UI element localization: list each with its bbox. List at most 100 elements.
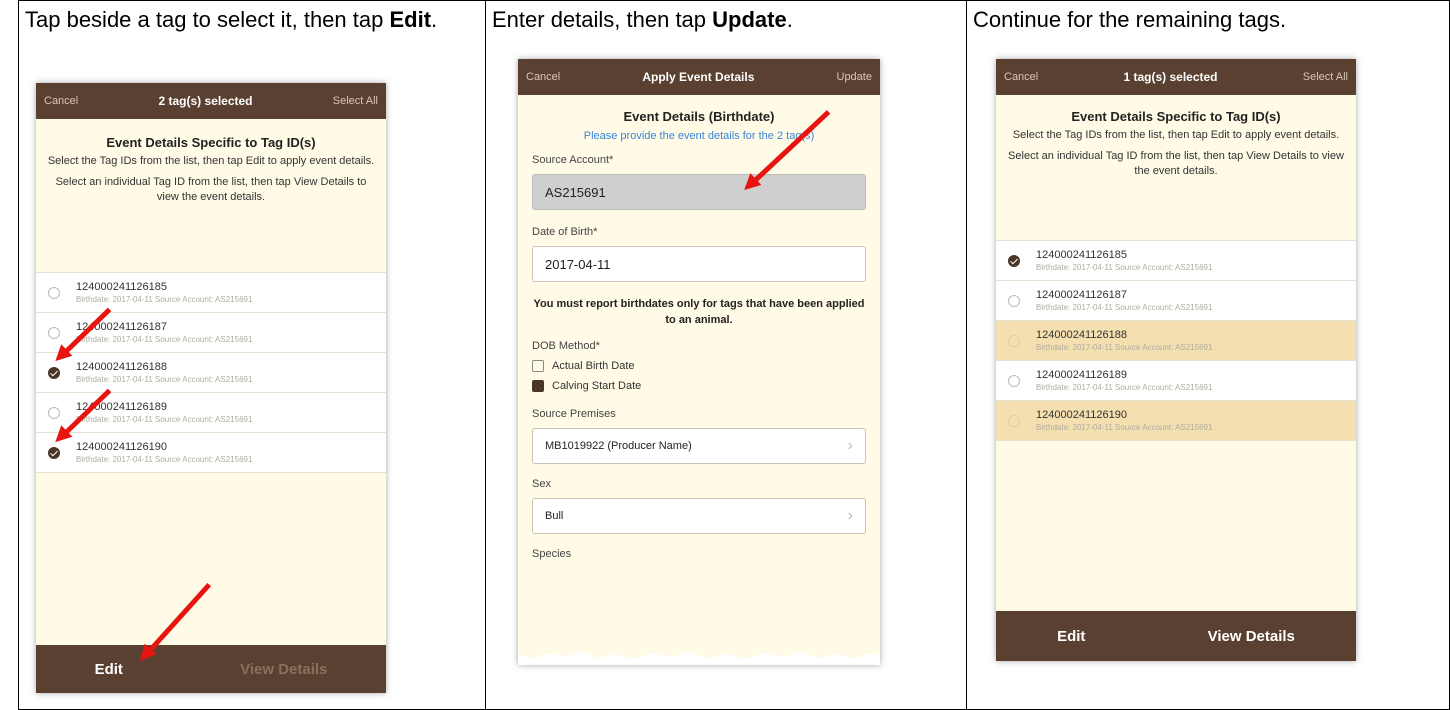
nav-bar: Cancel Apply Event Details Update <box>518 59 880 95</box>
bottom-toolbar: Edit View Details <box>36 645 386 693</box>
update-button[interactable]: Update <box>837 71 872 83</box>
bottom-toolbar: Edit View Details <box>996 611 1356 661</box>
info-text: Please provide the event details for the… <box>583 130 815 142</box>
select-all-button[interactable]: Select All <box>333 95 378 107</box>
select-radio[interactable] <box>1008 374 1020 387</box>
caption-bold: Update <box>712 7 787 32</box>
step-3-cell: Continue for the remaining tags. Cancel … <box>967 1 1449 709</box>
step-1-cell: Tap beside a tag to select it, then tap … <box>19 1 486 709</box>
section-heading: Event Details Specific to Tag ID(s) <box>1071 109 1281 124</box>
tag-row[interactable]: 124000241126185 Birthdate: 2017-04-11 Sou… <box>996 241 1356 281</box>
select-radio[interactable] <box>48 406 60 419</box>
tag-detail: Birthdate: 2017-04-11 Source Account: AS… <box>1036 263 1213 272</box>
tag-detail: Birthdate: 2017-04-11 Source Account: AS… <box>1036 343 1213 352</box>
sex-select[interactable]: Bull <box>532 498 866 534</box>
dob-option[interactable]: Calving Start Date <box>532 380 866 392</box>
tag-id: 124000241126190 <box>1036 409 1127 421</box>
dob-method-label: DOB Method* <box>532 340 600 352</box>
nav-bar: Cancel 1 tag(s) selected Select All <box>996 59 1356 95</box>
select-radio-checked[interactable] <box>48 446 60 459</box>
step-2-cell: Enter details, then tap Update. Cancel A… <box>486 1 967 709</box>
step-3-caption: Continue for the remaining tags. <box>967 1 1449 33</box>
caption-bold: Edit <box>389 7 432 32</box>
nav-title: Apply Event Details <box>642 70 755 84</box>
tag-row[interactable]: 124000241126188 Birthdate: 2017-04-11 Sou… <box>36 353 386 393</box>
tag-detail: Birthdate: 2017-04-11 Source Account: AS… <box>76 295 253 304</box>
date-of-birth-input[interactable]: 2017-04-11 <box>532 246 866 282</box>
tag-row[interactable]: 124000241126189 Birthdate: 2017-04-11 Sou… <box>996 361 1356 401</box>
cancel-button[interactable]: Cancel <box>526 71 560 83</box>
select-radio[interactable] <box>48 286 60 299</box>
tag-list: 124000241126185 Birthdate: 2017-04-11 Sou… <box>36 272 386 473</box>
view-details-button[interactable]: View Details <box>1208 628 1295 645</box>
dob-option[interactable]: Actual Birth Date <box>532 360 866 372</box>
sex-value: Bull <box>545 510 564 522</box>
tag-list: 124000241126185 Birthdate: 2017-04-11 Sou… <box>996 240 1356 441</box>
tag-id: 124000241126185 <box>76 281 167 293</box>
tag-id: 124000241126187 <box>1036 289 1127 301</box>
caption-text: Enter details, then tap <box>492 7 713 32</box>
tag-detail: Birthdate: 2017-04-11 Source Account: AS… <box>1036 423 1213 432</box>
source-premises-select[interactable]: MB1019922 (Producer Name) <box>532 428 866 464</box>
select-radio[interactable] <box>48 326 60 339</box>
cancel-button[interactable]: Cancel <box>1004 71 1038 83</box>
dob-label: Date of Birth* <box>532 226 598 238</box>
tag-id: 124000241126189 <box>1036 369 1127 381</box>
caption-text: . <box>431 7 438 32</box>
birthdate-warning: You must report birthdates only for tags… <box>533 298 865 326</box>
nav-title: 2 tag(s) selected <box>158 94 253 108</box>
tag-detail: Birthdate: 2017-04-11 Source Account: AS… <box>76 375 253 384</box>
source-account-field: AS215691 <box>532 174 866 210</box>
option-label: Actual Birth Date <box>552 360 635 372</box>
section-heading: Event Details Specific to Tag ID(s) <box>106 135 316 150</box>
tag-detail: Birthdate: 2017-04-11 Source Account: AS… <box>1036 303 1213 312</box>
instruction-text: Select an individual Tag ID from the lis… <box>55 176 367 203</box>
select-radio-checked[interactable] <box>48 366 60 379</box>
edit-button[interactable]: Edit <box>95 661 123 678</box>
option-label: Calving Start Date <box>552 380 642 392</box>
premises-value: MB1019922 (Producer Name) <box>545 440 692 452</box>
checkbox-checked[interactable] <box>532 380 544 392</box>
source-account-label: Source Account* <box>532 154 614 166</box>
checkbox[interactable] <box>532 360 544 372</box>
phone-screen-tag-list: Cancel 1 tag(s) selected Select All Even… <box>996 59 1356 661</box>
instruction-table: Tap beside a tag to select it, then tap … <box>18 0 1450 710</box>
phone-screen-tag-list: Cancel 2 tag(s) selected Select All Even… <box>36 83 386 693</box>
tag-row[interactable]: 124000241126185 Birthdate: 2017-04-11 Sou… <box>36 273 386 313</box>
view-details-button[interactable]: View Details <box>240 661 327 678</box>
source-account-value: AS215691 <box>545 184 606 200</box>
step-1-caption: Tap beside a tag to select it, then tap … <box>19 1 485 33</box>
dob-value: 2017-04-11 <box>545 256 611 272</box>
select-radio[interactable] <box>1008 334 1020 347</box>
select-all-button[interactable]: Select All <box>1303 71 1348 83</box>
sex-label: Sex <box>532 478 551 490</box>
caption-text: . <box>786 7 793 32</box>
torn-edge <box>518 652 880 665</box>
tag-row-completed[interactable]: 124000241126190 Birthdate: 2017-04-11 Sou… <box>996 401 1356 441</box>
tag-id: 124000241126185 <box>1036 249 1127 261</box>
event-form: Event Details (Birthdate) Please provide… <box>518 95 880 665</box>
caption-text: Tap beside a tag to select it, then tap <box>25 7 390 32</box>
tag-row[interactable]: 124000241126190 Birthdate: 2017-04-11 Sou… <box>36 433 386 473</box>
cancel-button[interactable]: Cancel <box>44 95 78 107</box>
select-radio[interactable] <box>1008 294 1020 307</box>
tag-row[interactable]: 124000241126187 Birthdate: 2017-04-11 Sou… <box>996 281 1356 321</box>
tag-id: 124000241126189 <box>76 401 167 413</box>
select-radio-checked[interactable] <box>1008 254 1020 267</box>
tag-id: 124000241126188 <box>1036 329 1127 341</box>
nav-title: 1 tag(s) selected <box>1123 70 1218 84</box>
instruction-text: Select the Tag IDs from the list, then t… <box>47 155 375 167</box>
tag-row-completed[interactable]: 124000241126188 Birthdate: 2017-04-11 Sou… <box>996 321 1356 361</box>
select-radio[interactable] <box>1008 414 1020 427</box>
intro-section: Event Details Specific to Tag ID(s) Sele… <box>996 95 1356 185</box>
premises-label: Source Premises <box>532 408 616 420</box>
tag-id: 124000241126190 <box>76 441 167 453</box>
step-2-caption: Enter details, then tap Update. <box>486 1 966 33</box>
tag-detail: Birthdate: 2017-04-11 Source Account: AS… <box>76 415 253 424</box>
tag-id: 124000241126188 <box>76 361 167 373</box>
caption-text: Continue for the remaining tags. <box>973 7 1287 32</box>
species-label: Species <box>532 548 572 560</box>
edit-button[interactable]: Edit <box>1057 628 1085 645</box>
instruction-text: Select the Tag IDs from the list, then t… <box>1012 129 1340 141</box>
tag-detail: Birthdate: 2017-04-11 Source Account: AS… <box>1036 383 1213 392</box>
